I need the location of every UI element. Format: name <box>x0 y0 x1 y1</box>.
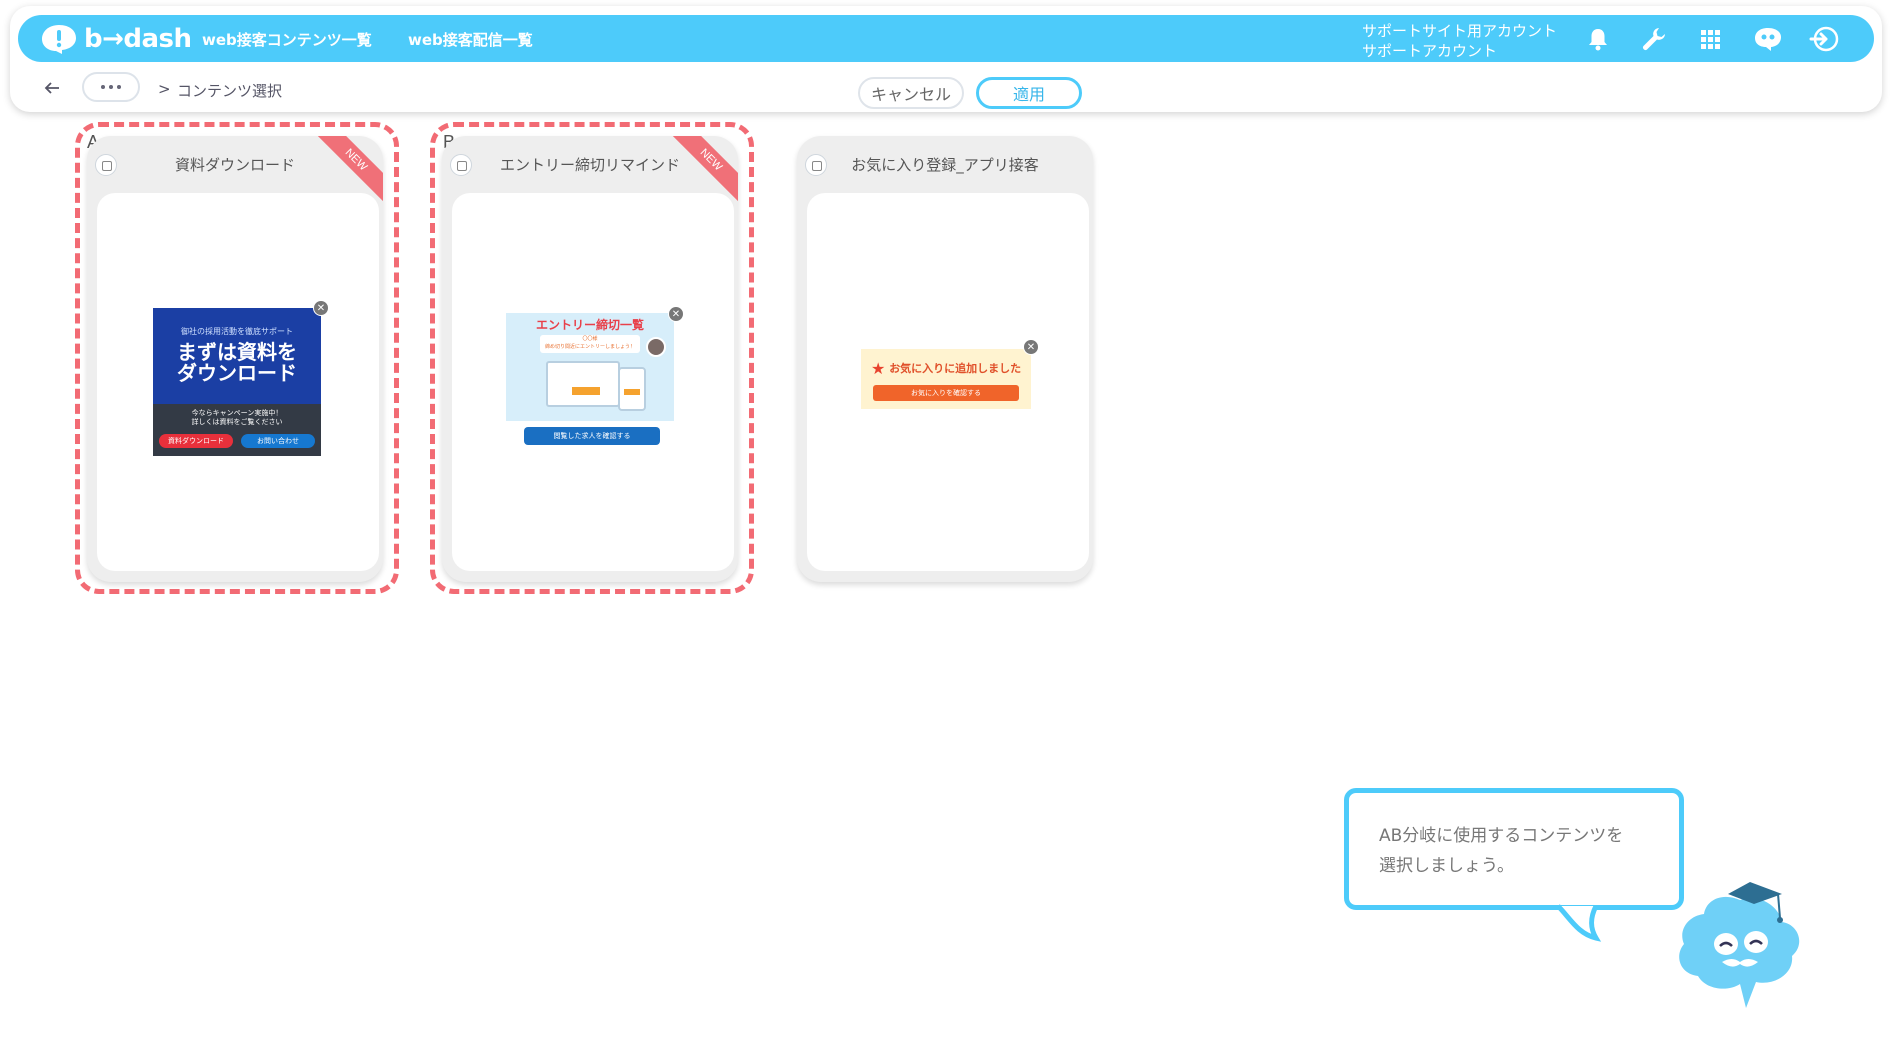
banner-bubble: 〇〇様 締め切り間近にエントリーしましょう！ <box>540 335 640 353</box>
mascot-chat-icon[interactable] <box>1752 25 1784 53</box>
dot-icon <box>101 85 105 89</box>
grid-icon[interactable] <box>1696 25 1724 53</box>
close-icon: ✕ <box>668 306 684 322</box>
banner-bubble-line: 締め切り間近にエントリーしましょう！ <box>544 344 635 350</box>
banner-headline-line: まずは資料を <box>177 340 297 364</box>
banner-headline-line: ダウンロード <box>177 361 297 385</box>
speech-tail-icon <box>1556 904 1602 942</box>
banner-bubble-line: 〇〇様 <box>582 336 598 342</box>
banner-subtitle: 御社の採用活動を徹底サポート <box>181 327 293 336</box>
banner-preview: ★ お気に入りに追加しました お気に入りを確認する <box>861 349 1031 409</box>
card-title: お気に入り登録_アプリ接客 <box>851 156 1039 174</box>
close-icon: ✕ <box>1023 339 1039 355</box>
avatar <box>646 337 666 357</box>
content-card-a[interactable]: 資料ダウンロード NEW 御社の採用活動を徹底サポート まずは資料を ダウンロー… <box>87 136 383 582</box>
card-preview: ★ お気に入りに追加しました お気に入りを確認する ✕ <box>807 193 1089 571</box>
banner-download-button: 資料ダウンロード <box>159 434 233 448</box>
nav-link-contents[interactable]: web接客コンテンツ一覧 <box>202 29 372 50</box>
banner-preview: 御社の採用活動を徹底サポート まずは資料を ダウンロード 今ならキャンペーン実施… <box>153 308 321 456</box>
banner-note-line: 今ならキャンペーン実施中！ <box>191 409 283 417</box>
dot-icon <box>117 85 121 89</box>
logout-icon[interactable] <box>1808 25 1840 53</box>
banner-preview: エントリー締切一覧 〇〇様 締め切り間近にエントリーしましょう！ <box>506 313 674 421</box>
bell-icon[interactable] <box>1584 25 1612 53</box>
laptop-illustration-icon <box>546 361 620 407</box>
logo-text: b→dash <box>84 24 192 54</box>
breadcrumb-current: コンテンツ選択 <box>177 82 283 100</box>
banner-note: 今ならキャンペーン実施中！ 詳しくは資料をご覧ください <box>153 409 321 427</box>
account-name: サポートアカウント <box>1362 42 1498 60</box>
banner-note-line: 詳しくは資料をご覧ください <box>191 418 283 426</box>
banner-title-text: お気に入りに追加しました <box>889 362 1022 375</box>
guide-speech-bubble: AB分岐に使用するコンテンツを 選択しましょう。 <box>1344 788 1684 910</box>
guide-text-line: 選択しましょう。 <box>1379 856 1514 876</box>
close-icon: ✕ <box>313 300 329 316</box>
star-icon: ★ <box>871 359 886 378</box>
banner-contact-button: お問い合わせ <box>241 434 315 448</box>
top-nav-bar: b→dash web接客コンテンツ一覧 web接客配信一覧 サポートサイト用アカ… <box>18 15 1874 62</box>
card-preview: 御社の採用活動を徹底サポート まずは資料を ダウンロード 今ならキャンペーン実施… <box>97 193 379 571</box>
back-arrow-icon[interactable] <box>40 76 64 100</box>
content-card-b[interactable]: エントリー締切リマインド NEW エントリー締切一覧 〇〇様 締め切り間近にエン… <box>442 136 738 582</box>
phone-illustration-icon <box>618 367 646 411</box>
card-preview: エントリー締切一覧 〇〇様 締め切り間近にエントリーしましょう！ 閲覧した求人を… <box>452 193 734 571</box>
wrench-icon[interactable] <box>1640 25 1668 53</box>
guide-text-line: AB分岐に使用するコンテンツを <box>1379 826 1624 846</box>
guide-text: AB分岐に使用するコンテンツを 選択しましょう。 <box>1379 821 1669 881</box>
apply-button[interactable]: 適用 <box>976 77 1082 109</box>
breadcrumb-separator: > <box>158 80 171 98</box>
dot-icon <box>109 85 113 89</box>
banner-title: ★ お気に入りに追加しました <box>871 359 1021 378</box>
top-frame: b→dash web接客コンテンツ一覧 web接客配信一覧 サポートサイト用アカ… <box>10 6 1882 112</box>
banner-title: エントリー締切一覧 <box>535 318 644 332</box>
content-card-c[interactable]: お気に入り登録_アプリ接客 ★ お気に入りに追加しました お気に入りを確認する … <box>797 136 1093 582</box>
mascot-icon <box>1679 882 1800 1008</box>
banner-favorites-button: お気に入りを確認する <box>873 385 1019 401</box>
banner-check-button: 閲覧した求人を確認する <box>524 427 660 445</box>
cancel-button[interactable]: キャンセル <box>858 77 964 109</box>
breadcrumb-more-button[interactable] <box>82 72 140 102</box>
logo-icon <box>42 25 76 54</box>
banner-headline: まずは資料を ダウンロード <box>153 342 321 384</box>
nav-link-deliveries[interactable]: web接客配信一覧 <box>408 29 533 50</box>
account-info[interactable]: サポートサイト用アカウント サポートアカウント <box>1362 21 1557 61</box>
banner-footer: 今ならキャンペーン実施中！ 詳しくは資料をご覧ください 資料ダウンロード お問い… <box>153 404 321 456</box>
logo[interactable]: b→dash <box>40 21 192 57</box>
account-site: サポートサイト用アカウント <box>1362 22 1558 40</box>
